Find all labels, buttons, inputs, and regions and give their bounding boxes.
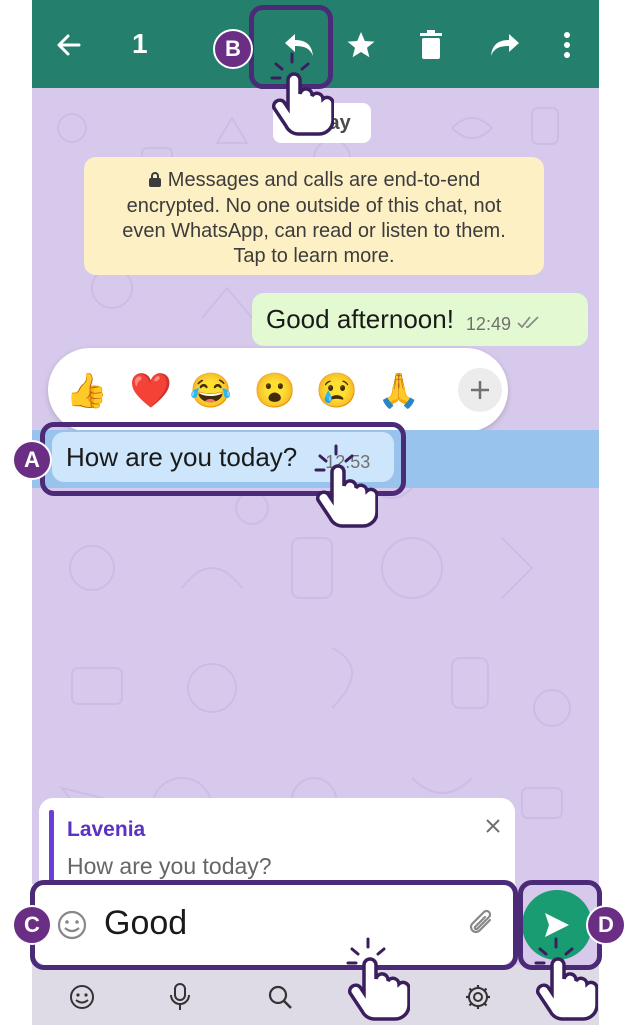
praying-hands-reaction[interactable]: 🙏 <box>378 370 420 412</box>
more-icon[interactable] <box>542 20 592 70</box>
heart-reaction[interactable]: ❤️ <box>130 370 172 412</box>
crying-reaction[interactable]: 😢 <box>316 370 358 412</box>
thumbs-up-reaction[interactable]: 👍 <box>66 370 108 412</box>
encryption-notice[interactable]: Messages and calls are end-to-end encryp… <box>84 157 544 275</box>
tap-hand-icon <box>534 937 598 1021</box>
tap-hand-icon <box>314 444 378 528</box>
callout-c-highlight <box>30 880 518 970</box>
lock-icon <box>148 169 162 194</box>
encryption-notice-line4: Tap to learn more. <box>233 245 395 267</box>
gear-icon[interactable] <box>458 977 498 1017</box>
delete-icon[interactable] <box>406 20 456 70</box>
encryption-notice-line1: Messages and calls are end-to-end <box>92 168 536 194</box>
star-icon[interactable] <box>336 20 386 70</box>
double-check-icon <box>517 314 543 335</box>
selected-count: 1 <box>132 28 148 59</box>
outgoing-message[interactable]: Good afternoon! 12:49 <box>252 293 588 346</box>
callout-c-badge: C <box>12 905 52 945</box>
smiley-icon[interactable] <box>62 977 102 1017</box>
outgoing-message-text: Good afternoon! <box>266 304 454 334</box>
reaction-bar: 👍 ❤️ 😂 😮 😢 🙏 <box>48 348 508 432</box>
search-icon[interactable] <box>260 977 300 1017</box>
reply-sender-name: Lavenia <box>67 818 146 841</box>
callout-b-badge: B <box>213 29 253 69</box>
tap-hand-icon <box>346 937 410 1021</box>
tap-hand-icon <box>270 52 334 136</box>
encryption-notice-line2: encrypted. No one outside of this chat, … <box>126 195 502 217</box>
close-icon[interactable] <box>481 814 505 838</box>
keyboard-toolbar <box>32 965 599 1025</box>
back-arrow-icon[interactable] <box>44 20 94 70</box>
outgoing-message-time: 12:49 <box>465 314 511 334</box>
reply-quoted-text: How are you today? <box>67 853 272 879</box>
encryption-notice-line3: even WhatsApp, can read or listen to the… <box>122 220 506 242</box>
forward-icon[interactable] <box>480 20 530 70</box>
surprised-reaction[interactable]: 😮 <box>254 370 296 412</box>
plus-icon[interactable] <box>458 368 502 412</box>
callout-a-badge: A <box>12 440 52 480</box>
microphone-icon[interactable] <box>160 977 200 1017</box>
laughing-reaction[interactable]: 😂 <box>190 370 232 412</box>
